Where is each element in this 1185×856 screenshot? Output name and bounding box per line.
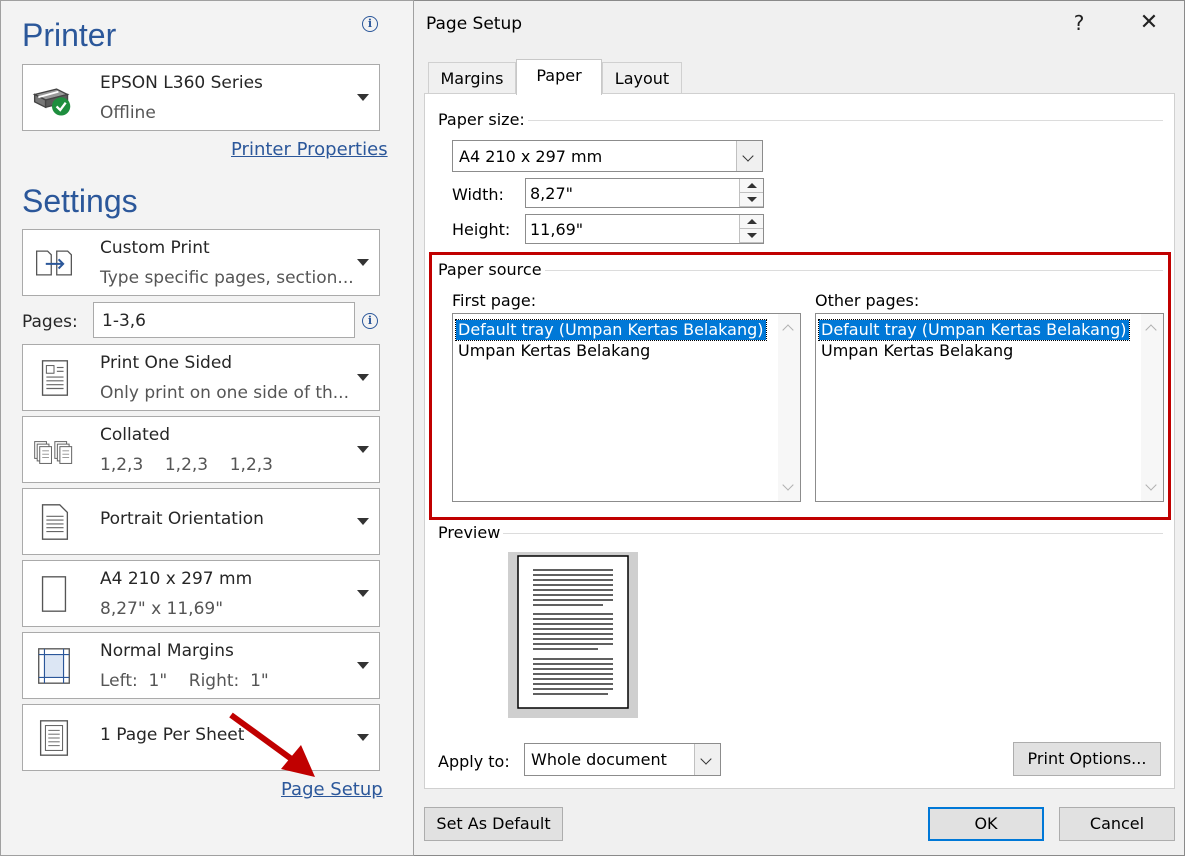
margins-title: Normal Margins [100, 641, 234, 661]
width-value: 8,27" [530, 184, 573, 203]
close-icon[interactable]: ✕ [1134, 7, 1164, 39]
margins-dropdown[interactable]: Normal Margins Left: 1" Right: 1" [22, 632, 380, 699]
height-value: 11,69" [530, 220, 584, 239]
paper-size-subtitle: 8,27" x 11,69" [100, 599, 224, 619]
chevron-down-icon [357, 662, 369, 669]
paper-size-label: Paper size: [438, 110, 525, 129]
collation-subtitle: 1,2,3 1,2,3 1,2,3 [100, 455, 273, 475]
pages-per-sheet-dropdown[interactable]: 1 Page Per Sheet [22, 704, 380, 771]
print-options-button[interactable]: Print Options... [1013, 742, 1161, 776]
chevron-down-icon [357, 446, 369, 453]
group-divider [528, 120, 1163, 121]
print-range-subtitle: Type specific pages, section... [100, 268, 354, 288]
one-sided-icon [41, 360, 69, 396]
printer-status: Offline [100, 103, 156, 123]
info-icon[interactable]: i [362, 16, 378, 32]
orientation-title: Portrait Orientation [100, 509, 264, 529]
tab-paper[interactable]: Paper [516, 59, 602, 95]
chevron-down-icon [357, 259, 369, 266]
paper-size-dropdown[interactable]: A4 210 x 297 mm 8,27" x 11,69" [22, 560, 380, 627]
height-stepper[interactable]: 11,69" [525, 214, 764, 244]
portrait-icon [41, 504, 69, 540]
collation-title: Collated [100, 425, 171, 445]
apply-to-select-value: Whole document [531, 750, 667, 769]
help-icon[interactable]: ? [1064, 7, 1094, 39]
spin-up-icon[interactable] [740, 215, 763, 229]
printer-properties-link[interactable]: Printer Properties [231, 139, 388, 160]
height-label: Height: [452, 220, 511, 239]
width-label: Width: [452, 185, 504, 204]
collated-icon [34, 441, 73, 464]
dialog-title: Page Setup [426, 14, 523, 34]
pages-per-sheet-icon [39, 720, 69, 756]
sides-dropdown[interactable]: Print One Sided Only print on one side o… [22, 344, 380, 411]
set-as-default-button[interactable]: Set As Default [424, 807, 563, 841]
chevron-down-icon [357, 374, 369, 381]
print-settings-panel: Printer i EPSON L360 Series Offline Prin… [0, 0, 414, 856]
collation-dropdown[interactable]: Collated 1,2,3 1,2,3 1,2,3 [22, 416, 380, 483]
print-range-title: Custom Print [100, 238, 210, 258]
page-setup-dialog: Page Setup ? ✕ Margins Paper Layout Pape… [414, 0, 1185, 856]
printer-icon [32, 88, 71, 116]
preview-label: Preview [438, 523, 501, 542]
chevron-down-icon[interactable] [736, 141, 762, 171]
spin-down-icon[interactable] [740, 193, 763, 207]
page-preview [508, 552, 638, 718]
group-divider [503, 533, 1163, 534]
cancel-button[interactable]: Cancel [1059, 807, 1175, 841]
paper-size-select-value: A4 210 x 297 mm [459, 147, 603, 166]
info-icon[interactable]: i [362, 313, 378, 329]
pages-input[interactable]: 1-3,6 [93, 302, 355, 338]
printer-name: EPSON L360 Series [100, 73, 263, 93]
settings-heading: Settings [22, 183, 138, 219]
ok-button[interactable]: OK [928, 807, 1044, 841]
printer-dropdown[interactable]: EPSON L360 Series Offline [22, 64, 380, 131]
tab-layout[interactable]: Layout [602, 62, 682, 94]
sides-subtitle: Only print on one side of th... [100, 383, 349, 403]
apply-to-select[interactable]: Whole document [524, 743, 721, 776]
pages-input-value: 1-3,6 [102, 311, 146, 331]
tab-margins[interactable]: Margins [428, 62, 516, 94]
custom-print-icon [36, 250, 72, 276]
chevron-down-icon [357, 734, 369, 741]
chevron-down-icon [357, 518, 369, 525]
page-setup-link[interactable]: Page Setup [281, 779, 383, 800]
margins-icon [38, 648, 70, 684]
spin-down-icon[interactable] [740, 229, 763, 243]
paper-size-select[interactable]: A4 210 x 297 mm [452, 140, 763, 172]
sides-title: Print One Sided [100, 353, 233, 373]
print-range-dropdown[interactable]: Custom Print Type specific pages, sectio… [22, 229, 380, 296]
highlight-box [429, 252, 1171, 520]
chevron-down-icon [357, 94, 369, 101]
spin-up-icon[interactable] [740, 179, 763, 193]
red-arrow-icon [229, 712, 315, 777]
printer-heading: Printer [22, 17, 117, 53]
paper-size-title: A4 210 x 297 mm [100, 569, 253, 589]
margins-subtitle: Left: 1" Right: 1" [100, 671, 269, 691]
chevron-down-icon[interactable] [694, 744, 720, 775]
apply-to-label: Apply to: [438, 752, 510, 771]
orientation-dropdown[interactable]: Portrait Orientation [22, 488, 380, 555]
paper-size-icon [41, 576, 67, 612]
chevron-down-icon [357, 590, 369, 597]
pages-label: Pages: [22, 312, 78, 332]
width-stepper[interactable]: 8,27" [525, 178, 764, 208]
